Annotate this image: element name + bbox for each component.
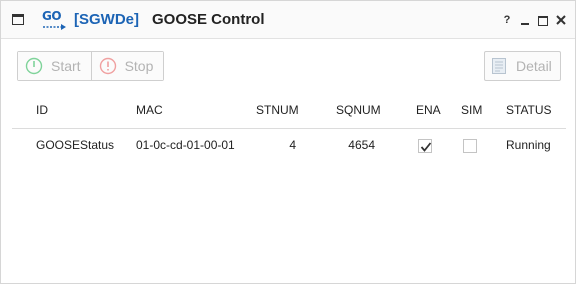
column-header-sqnum[interactable]: SQNUM	[336, 94, 381, 129]
cell-sqnum: 4654	[348, 138, 375, 152]
close-icon	[556, 15, 566, 25]
checkmark-icon	[420, 142, 432, 152]
title-bar: GO [SGWDe] GOOSE Control ?	[1, 1, 575, 39]
start-stop-group: Start Stop	[17, 51, 165, 81]
cell-mac: 01-0c-cd-01-00-01	[136, 138, 235, 152]
stop-icon	[99, 57, 116, 75]
detail-label: Detail	[516, 58, 552, 74]
sim-checkbox[interactable]	[463, 139, 477, 153]
document-icon	[492, 58, 506, 74]
stop-button[interactable]: Stop	[90, 52, 164, 80]
start-button[interactable]: Start	[18, 52, 91, 80]
column-header-sim[interactable]: SIM	[461, 94, 482, 129]
goose-table: ID MAC STNUM SQNUM ENA SIM STATUS GOOSES…	[12, 94, 566, 164]
column-header-ena[interactable]: ENA	[416, 94, 441, 129]
goose-control-window: GO [SGWDe] GOOSE Control ? Start Stop De…	[0, 0, 576, 284]
device-tag: [SGWDe]	[74, 11, 139, 28]
cell-status: Running	[506, 138, 551, 152]
maximize-button[interactable]	[537, 13, 549, 27]
table-header: ID MAC STNUM SQNUM ENA SIM STATUS	[12, 94, 566, 129]
column-header-status[interactable]: STATUS	[506, 94, 552, 129]
start-label: Start	[51, 58, 81, 74]
table-row[interactable]: GOOSEStatus 01-0c-cd-01-00-01 4 4654 Run…	[12, 129, 566, 164]
power-icon	[25, 57, 43, 75]
cell-stnum: 4	[289, 138, 296, 152]
logo-arrow-icon	[43, 24, 66, 30]
column-header-id[interactable]: ID	[36, 94, 48, 129]
stop-label: Stop	[124, 58, 154, 74]
window-title: GOOSE Control	[152, 11, 265, 28]
ena-checkbox[interactable]	[418, 139, 432, 153]
minimize-button[interactable]	[519, 13, 531, 27]
go-logo: GO	[42, 10, 68, 32]
logo-text: GO	[42, 9, 62, 23]
column-header-mac[interactable]: MAC	[136, 94, 163, 129]
close-button[interactable]	[555, 13, 567, 27]
toolbar: Start Stop Detail	[1, 39, 575, 89]
column-header-stnum[interactable]: STNUM	[256, 94, 299, 129]
help-button[interactable]: ?	[501, 13, 513, 27]
cell-id: GOOSEStatus	[36, 138, 115, 152]
detail-button[interactable]: Detail	[484, 51, 561, 81]
window-icon	[12, 14, 24, 25]
window-controls: ?	[501, 13, 567, 27]
